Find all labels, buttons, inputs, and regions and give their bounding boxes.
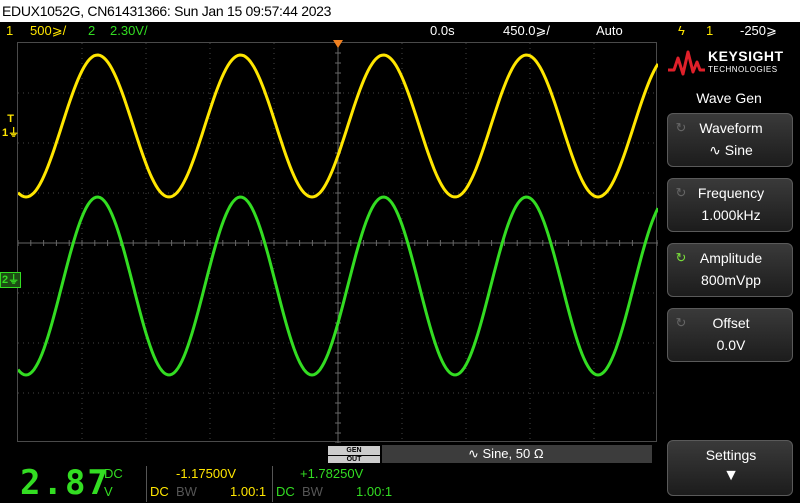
ch1-scale[interactable]: 500⩾/ <box>30 22 66 40</box>
dvm-reading: 2.87 <box>20 463 110 503</box>
ch2-bw-limit: BW <box>302 484 323 499</box>
ch1-ground-marker[interactable]: T 1⏚ <box>2 112 19 140</box>
waveform-display[interactable] <box>17 42 658 443</box>
trigger-level[interactable]: -250⩾ <box>740 22 777 40</box>
ch1-number[interactable]: 1 <box>6 22 13 40</box>
ch2-scale[interactable]: 2.30V/ <box>110 22 148 40</box>
trigger-mode[interactable]: Auto <box>596 22 623 40</box>
amplitude-value: 800mVpp <box>701 272 761 288</box>
brand-subtitle: TECHNOLOGIES <box>708 65 778 74</box>
ch2-coupling: DC <box>276 484 295 499</box>
brand-name: KEYSIGHT <box>708 48 784 64</box>
ch1-bw-limit: BW <box>176 484 197 499</box>
offset-softkey[interactable]: ↻ Offset 0.0V <box>667 308 793 362</box>
menu-title: Wave Gen <box>696 90 762 106</box>
ch1-coupling: DC <box>150 484 169 499</box>
instrument-title: EDUX1052G, CN61431366: Sun Jan 15 09:57:… <box>2 3 332 19</box>
settings-label: Settings <box>705 447 757 463</box>
dvm-mode: DC <box>104 466 123 481</box>
waveform-softkey[interactable]: ↻ Waveform ∿ Sine <box>667 113 793 167</box>
gen-out-button[interactable]: GEN OUT <box>328 446 380 464</box>
trigger-edge-icon: ϟ <box>678 23 685 38</box>
trigger-source[interactable]: 1 <box>706 22 713 40</box>
divider <box>272 466 273 502</box>
time-scale[interactable]: 450.0⩾/ <box>503 22 550 40</box>
frequency-softkey[interactable]: ↻ Frequency 1.000kHz <box>667 178 793 232</box>
trigger-position-marker[interactable] <box>333 40 343 48</box>
ch1-measurement: -1.17500V <box>176 466 236 481</box>
ch2-measurement: +1.78250V <box>300 466 364 481</box>
wavegen-summary: ∿ Sine, 50 Ω <box>382 445 652 463</box>
ch2-ground-marker[interactable]: 2⏚ <box>0 272 22 288</box>
wavegen-summary-text: ∿ Sine, 50 Ω <box>468 446 544 461</box>
frequency-value: 1.000kHz <box>701 207 761 223</box>
amplitude-label: Amplitude <box>699 250 763 266</box>
waveform-label: Waveform <box>699 120 763 136</box>
divider <box>146 466 147 502</box>
status-bar: 1 500⩾/ 2 2.30V/ 0.0s 450.0⩾/ Auto ϟ 1 -… <box>0 22 800 40</box>
keysight-logo: KEYSIGHT TECHNOLOGIES <box>658 40 800 84</box>
time-position[interactable]: 0.0s <box>430 22 455 40</box>
softkey-panel: KEYSIGHT TECHNOLOGIES Wave Gen ↻ Wavefor… <box>658 40 800 503</box>
amplitude-softkey[interactable]: ↻ Amplitude 800mVpp <box>667 243 793 297</box>
keysight-wave-icon <box>668 50 705 76</box>
ch2-number[interactable]: 2 <box>88 22 95 40</box>
offset-value: 0.0V <box>716 337 746 353</box>
down-arrow-icon: ▼ <box>723 467 739 484</box>
ch2-probe: 1.00:1 <box>356 484 393 499</box>
graticule <box>18 43 658 443</box>
settings-softkey[interactable]: Settings ▼ <box>667 440 793 496</box>
title-bar: EDUX1052G, CN61431366: Sun Jan 15 09:57:… <box>0 0 800 22</box>
frequency-label: Frequency <box>697 185 765 201</box>
offset-label: Offset <box>712 315 750 331</box>
trigger-level-marker: T <box>7 113 14 125</box>
waveform-value: ∿ Sine <box>709 142 753 158</box>
ch1-probe: 1.00:1 <box>230 484 267 499</box>
dvm-unit: V <box>104 484 113 499</box>
